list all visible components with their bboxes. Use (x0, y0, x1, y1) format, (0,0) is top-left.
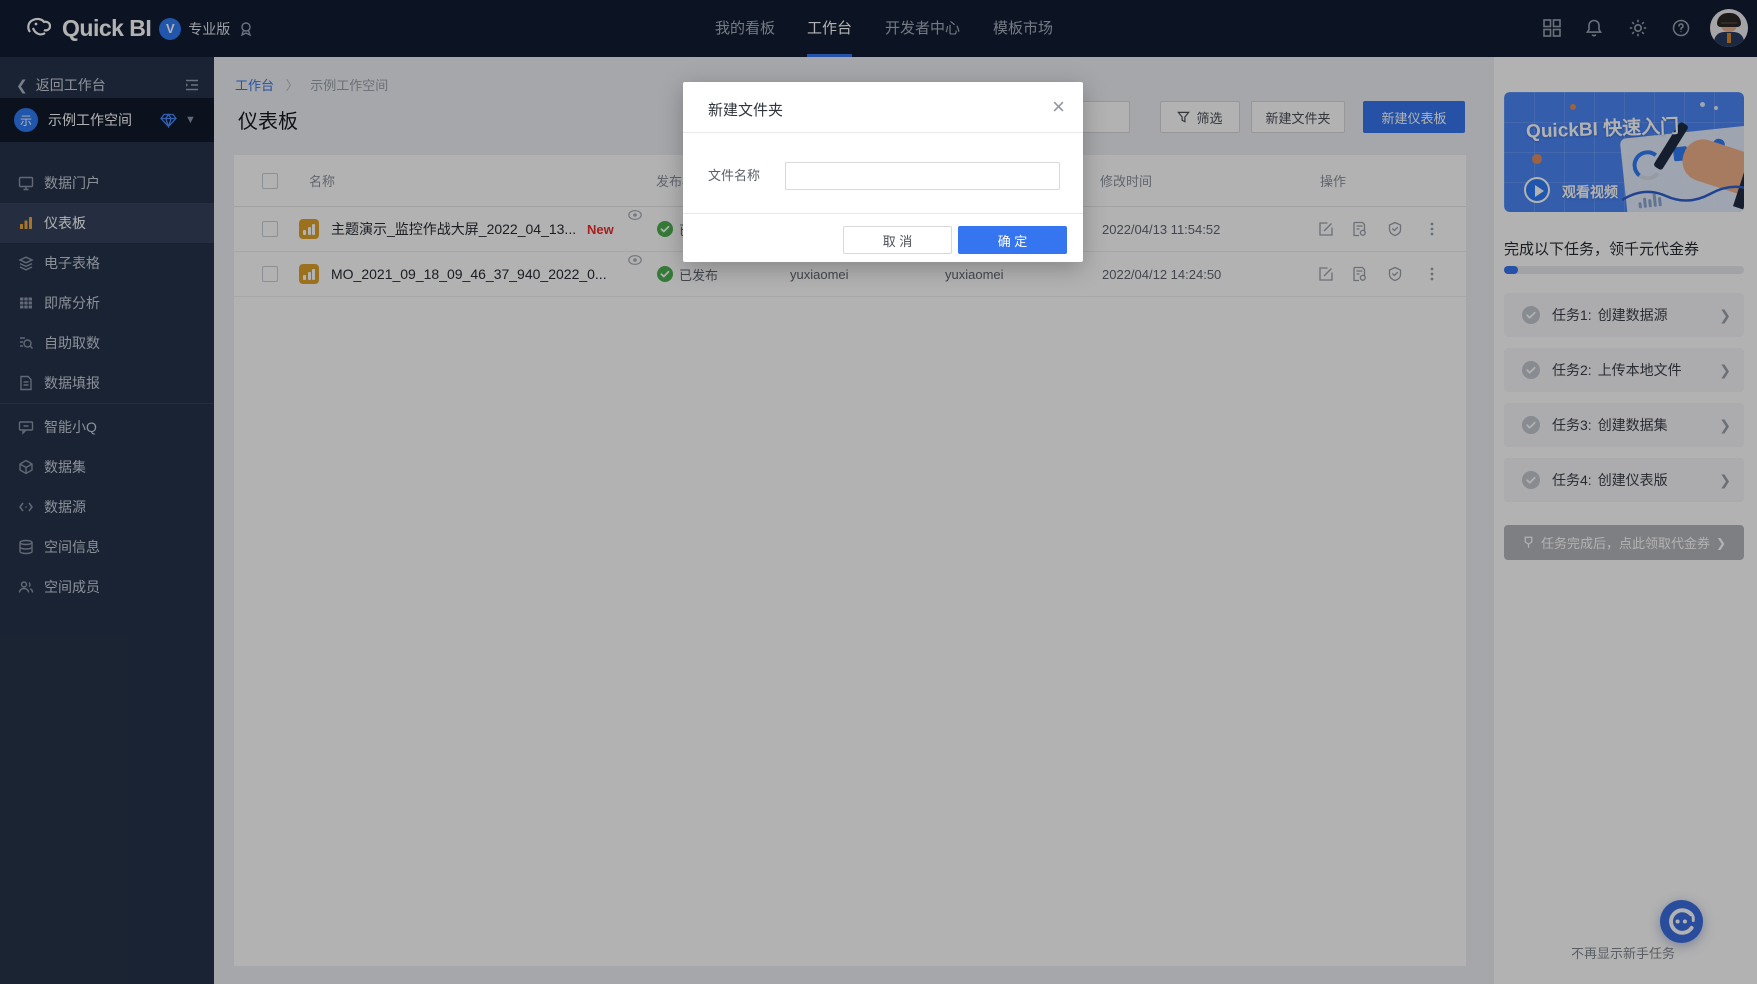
modal-footer: 取 消 确 定 (683, 213, 1083, 261)
folder-name-label: 文件名称 (708, 162, 760, 190)
folder-name-input[interactable] (785, 162, 1060, 190)
confirm-button[interactable]: 确 定 (958, 226, 1067, 254)
modal-body: 文件名称 (683, 133, 1083, 213)
cancel-button[interactable]: 取 消 (843, 226, 952, 254)
modal-title: 新建文件夹 (708, 99, 783, 120)
new-folder-modal: 新建文件夹 × 文件名称 取 消 确 定 (683, 82, 1083, 262)
quick-bi-app: Quick BI V 专业版 我的看板 工作台 开发者中心 模板市场 (0, 0, 1757, 984)
modal-header: 新建文件夹 × (683, 82, 1083, 133)
close-icon[interactable]: × (1052, 94, 1065, 120)
